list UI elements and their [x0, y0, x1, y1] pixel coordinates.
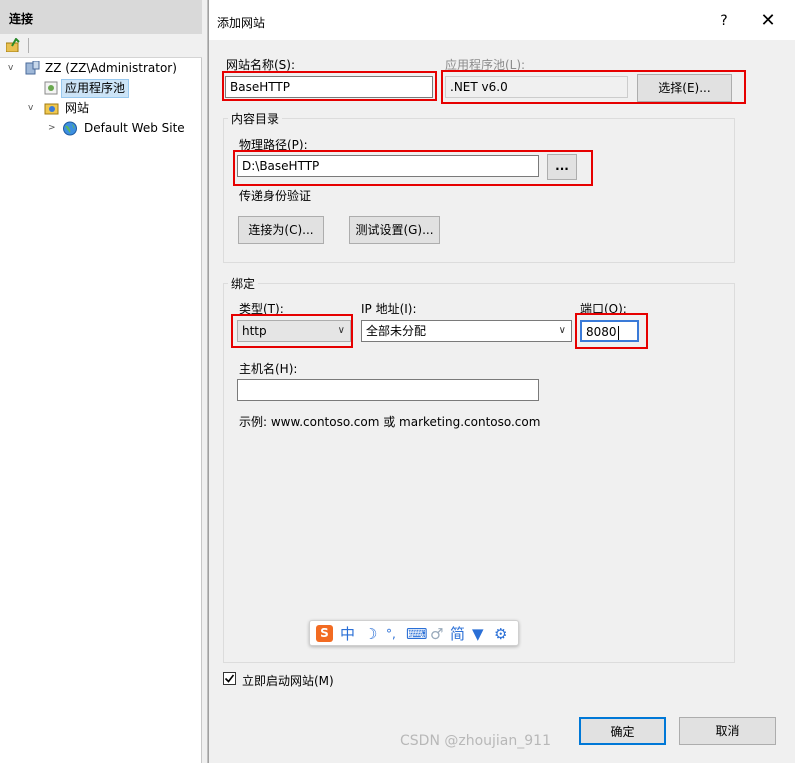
chevron-down-icon[interactable]: v — [8, 58, 13, 78]
ip-address-select[interactable]: 全部未分配 ∨ — [361, 320, 572, 342]
sites-folder-icon — [44, 101, 59, 115]
tree-label-sites: 网站 — [65, 101, 90, 115]
checkmark-icon — [224, 674, 235, 683]
binding-title: 绑定 — [228, 275, 259, 292]
toolbar-separator — [28, 38, 29, 53]
ime-punctuation-icon[interactable]: °, — [386, 624, 396, 644]
start-immediately-checkbox[interactable] — [223, 672, 236, 685]
highlight-physical-path — [233, 150, 593, 186]
test-settings-button[interactable]: 测试设置(G)... — [349, 216, 440, 244]
connections-toolbar — [0, 34, 202, 58]
help-button[interactable]: ? — [714, 10, 734, 32]
cancel-button[interactable]: 取消 — [679, 717, 776, 745]
ip-address-label: IP 地址(I): — [361, 302, 417, 316]
tree-label-server: ZZ (ZZ\Administrator) — [45, 61, 177, 75]
start-immediately-label: 立即启动网站(M) — [242, 674, 334, 688]
dialog-title: 添加网站 — [217, 16, 266, 30]
app-pool-icon — [44, 81, 58, 95]
connections-header: 连接 — [0, 0, 202, 34]
highlight-port — [575, 313, 648, 349]
watermark-text: CSDN @zhoujian_911 — [400, 733, 551, 749]
pass-through-auth-label: 传递身份验证 — [239, 189, 312, 203]
tree-node-default-site[interactable]: > Default Web Site — [0, 118, 200, 138]
content-directory-title: 内容目录 — [228, 110, 283, 127]
tree-node-server[interactable]: v ZZ (ZZ\Administrator) — [0, 58, 200, 78]
close-icon[interactable]: ✕ — [757, 10, 779, 32]
tree-node-app-pools[interactable]: 应用程序池 — [0, 78, 200, 98]
globe-icon — [62, 121, 77, 136]
ime-simplified-toggle[interactable]: 简 — [450, 624, 465, 644]
ime-skin-icon[interactable]: ▼ — [472, 624, 484, 644]
connect-icon[interactable] — [5, 37, 21, 53]
ime-user-icon[interactable]: ♂ — [430, 624, 443, 644]
chevron-right-icon[interactable]: > — [48, 118, 56, 138]
connect-as-button[interactable]: 连接为(C)... — [238, 216, 324, 244]
connections-title: 连接 — [9, 12, 34, 26]
highlight-site-name — [222, 71, 437, 101]
ime-logo-icon[interactable]: S — [316, 625, 333, 642]
ime-language-toggle[interactable]: 中 — [340, 624, 355, 644]
ime-keyboard-icon[interactable]: ⌨ — [406, 624, 428, 644]
tree-label-app-pools: 应用程序池 — [61, 79, 130, 98]
highlight-binding-type — [231, 314, 353, 348]
ime-moon-icon[interactable]: ☽ — [364, 624, 377, 644]
hostname-input[interactable] — [237, 379, 539, 401]
ime-toolbar[interactable]: S 中 ☽ °, ⌨ ♂ 简 ▼ ⚙ — [309, 620, 519, 646]
tree-node-sites[interactable]: v 网站 — [0, 98, 200, 118]
ip-address-value: 全部未分配 — [366, 324, 427, 338]
tree-label-default-site: Default Web Site — [84, 121, 185, 135]
highlight-app-pool — [441, 70, 746, 104]
add-website-dialog: 添加网站 ? ✕ 网站名称(S): BaseHTTP 应用程序池(L): .NE… — [208, 0, 795, 763]
chevron-down-icon: ∨ — [558, 325, 566, 336]
hostname-label: 主机名(H): — [239, 362, 298, 376]
chevron-down-icon[interactable]: v — [28, 98, 33, 118]
hostname-example: 示例: www.contoso.com 或 marketing.contoso.… — [239, 415, 541, 429]
dialog-title-bar: 添加网站 ? ✕ — [209, 0, 795, 40]
server-icon — [24, 60, 40, 75]
ime-gear-icon[interactable]: ⚙ — [494, 624, 507, 644]
ok-button[interactable]: 确定 — [579, 717, 666, 745]
connections-pane: 连接 v ZZ (ZZ\Administrator) 应用程序池 v 网站 > … — [0, 0, 202, 763]
